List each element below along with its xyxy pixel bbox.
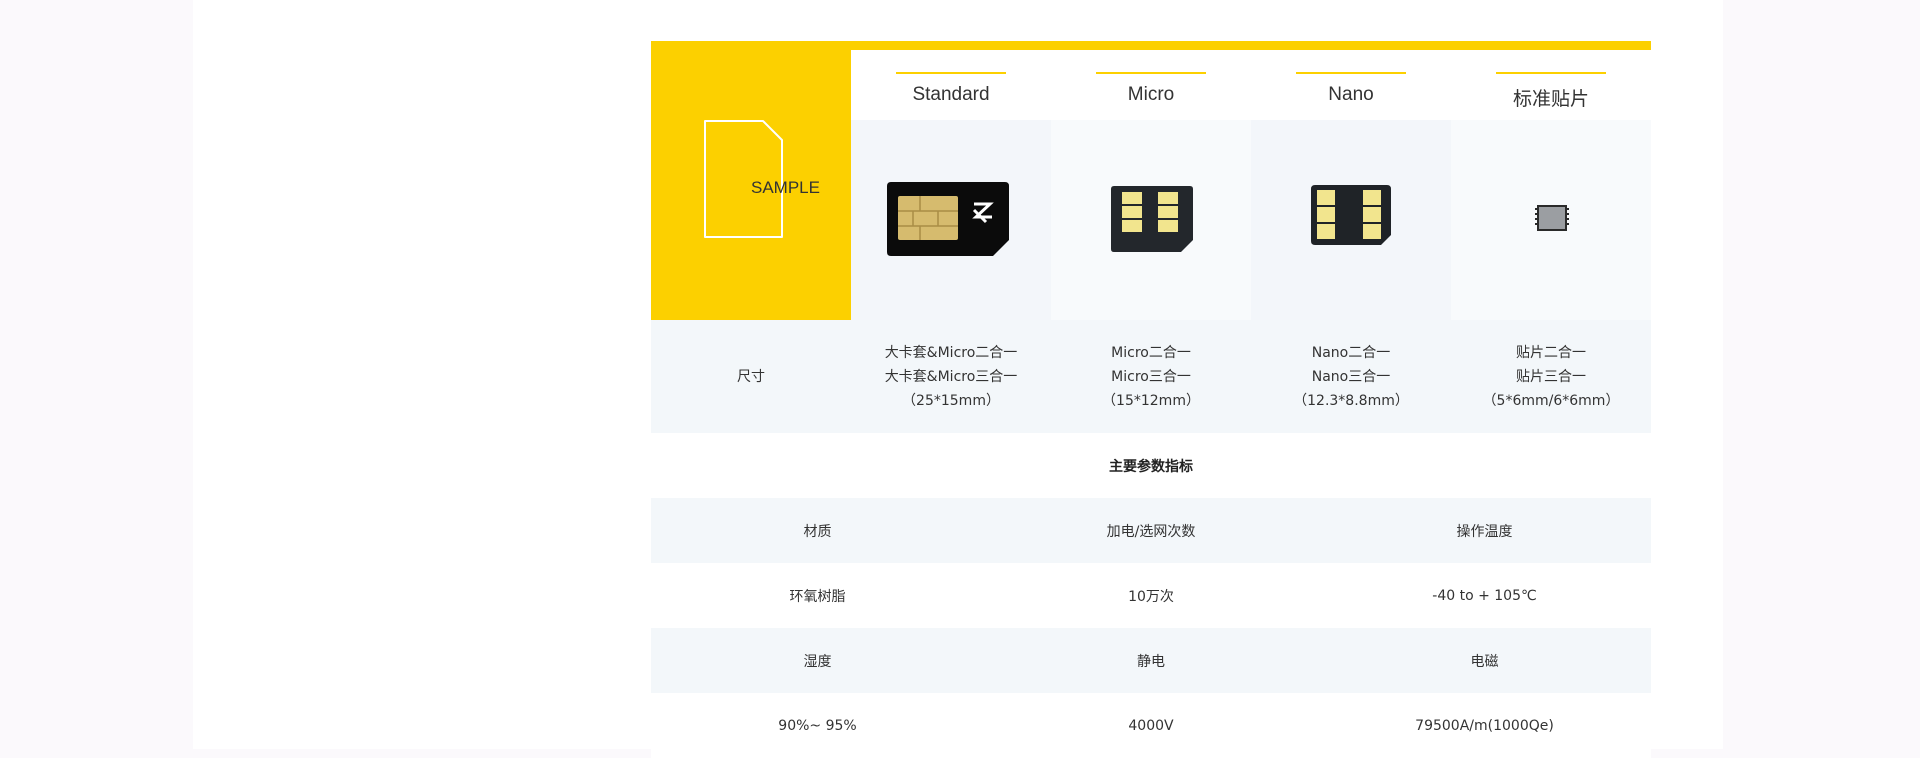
- size-line: Nano二合一: [1311, 344, 1391, 361]
- header-rule: [1096, 72, 1206, 74]
- param-row: 环氧树脂 10万次 -40 to + 105℃: [651, 563, 1651, 628]
- size-line: Micro三合一: [1111, 368, 1191, 385]
- header-rule: [896, 72, 1006, 74]
- sim-image-cell: [1051, 120, 1251, 320]
- size-line: 大卡套&Micro三合一: [884, 368, 1018, 385]
- params-title-row: 主要参数指标: [651, 433, 1651, 498]
- micro-sim-icon: [1111, 186, 1193, 252]
- column-title: Standard: [912, 84, 990, 105]
- column-header: Standard: [851, 50, 1051, 112]
- size-line: Micro二合一: [1111, 344, 1191, 361]
- param-row: 90%~ 95% 4000V 79500A/m(1000Qe): [651, 693, 1651, 758]
- nano-sim-icon: [1311, 185, 1391, 245]
- param-row: 材质 加电/选网次数 操作温度: [651, 498, 1651, 563]
- param-cell: 静电: [1137, 653, 1165, 670]
- size-line: （25*15mm）: [902, 392, 1000, 409]
- param-cell: 材质: [803, 523, 832, 540]
- size-label: 尺寸: [737, 368, 765, 385]
- column-header: Nano: [1251, 50, 1451, 112]
- sim-column-embedded: 标准贴片: [1451, 50, 1651, 320]
- sample-cell: SAMPLE: [651, 41, 851, 320]
- sim-image-cell: [1251, 120, 1451, 320]
- param-cell: 10万次: [1128, 588, 1174, 605]
- sim-column-standard: Standard: [851, 50, 1051, 320]
- size-line: 贴片二合一: [1516, 344, 1586, 361]
- embedded-chip-icon: [1535, 205, 1569, 231]
- param-cell: -40 to + 105℃: [1432, 587, 1537, 604]
- size-nano: Nano二合一 Nano三合一 （12.3*8.8mm）: [1251, 320, 1451, 433]
- param-row: 湿度 静电 电磁: [651, 628, 1651, 693]
- param-cell: 79500A/m(1000Qe): [1415, 717, 1554, 734]
- standard-sim-icon: [887, 182, 1009, 256]
- size-line: Nano三合一: [1311, 368, 1391, 385]
- param-cell: 加电/选网次数: [1106, 523, 1196, 540]
- size-standard: 大卡套&Micro二合一 大卡套&Micro三合一 （25*15mm）: [851, 320, 1051, 433]
- page-content: SAMPLE Standard Micro Nano 标准贴片 尺寸 大卡套&M…: [193, 0, 1723, 758]
- param-cell: 湿度: [803, 653, 832, 670]
- params-title: 主要参数指标: [1109, 458, 1193, 475]
- size-micro: Micro二合一 Micro三合一 （15*12mm）: [1051, 320, 1251, 433]
- column-title: Micro: [1127, 84, 1175, 105]
- column-header: 标准贴片: [1451, 50, 1651, 112]
- size-line: （12.3*8.8mm）: [1293, 392, 1409, 409]
- param-cell: 4000V: [1128, 717, 1174, 734]
- column-title: 标准贴片: [1512, 89, 1589, 110]
- param-cell: 操作温度: [1456, 523, 1513, 540]
- size-line: 贴片三合一: [1516, 368, 1586, 385]
- param-cell: 环氧树脂: [789, 588, 846, 605]
- header-rule: [1496, 72, 1606, 74]
- column-title: Nano: [1328, 84, 1374, 105]
- sim-column-micro: Micro: [1051, 50, 1251, 320]
- size-row: 尺寸 大卡套&Micro二合一 大卡套&Micro三合一 （25*15mm） M…: [651, 320, 1651, 433]
- sample-label: SAMPLE: [751, 178, 820, 197]
- param-cell: 电磁: [1470, 653, 1499, 670]
- size-line: 大卡套&Micro二合一: [884, 344, 1018, 361]
- sim-image-cell: [1451, 120, 1651, 320]
- sim-column-nano: Nano: [1251, 50, 1451, 320]
- size-embedded: 贴片二合一 贴片三合一 （5*6mm/6*6mm）: [1451, 320, 1651, 433]
- size-line: （5*6mm/6*6mm）: [1482, 392, 1620, 409]
- sim-image-cell: [851, 120, 1051, 320]
- column-header: Micro: [1051, 50, 1251, 112]
- header-rule: [1296, 72, 1406, 74]
- size-line: （15*12mm）: [1102, 392, 1200, 409]
- param-cell: 90%~ 95%: [778, 717, 857, 734]
